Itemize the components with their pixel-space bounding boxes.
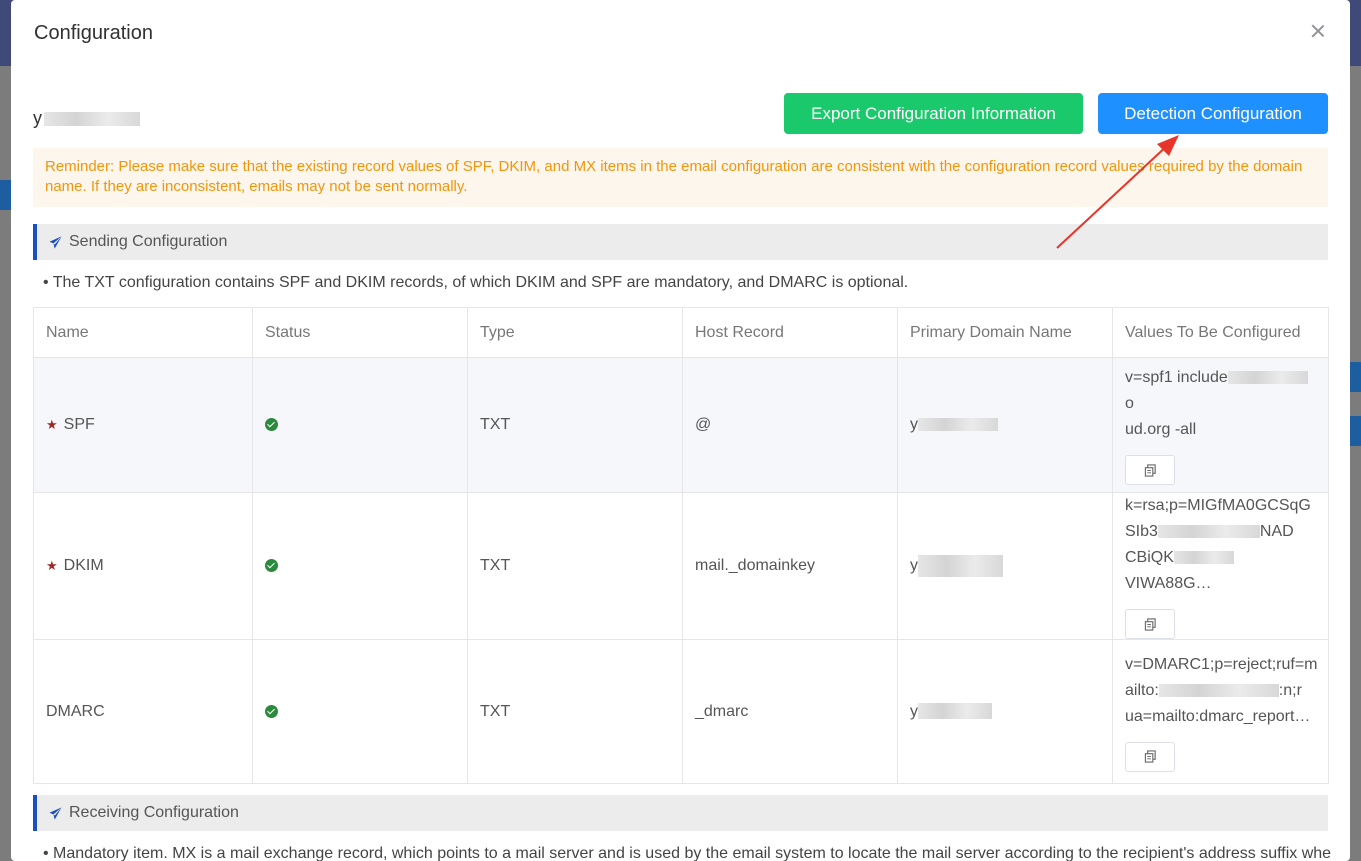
- host-cell: _dmarc: [682, 639, 898, 784]
- host-cell: @: [682, 357, 898, 493]
- background-fragment: [1350, 362, 1361, 392]
- copy-icon: [1144, 617, 1156, 631]
- record-name: DKIM: [63, 557, 104, 574]
- domain-prefix: y: [910, 702, 918, 720]
- redacted-domain: [918, 555, 1003, 577]
- redacted-domain: [918, 418, 998, 432]
- record-value: v=spf1 includeo ud.org -all: [1125, 365, 1316, 443]
- redacted-domain: [44, 112, 140, 127]
- paper-plane-icon: [49, 235, 62, 249]
- domain-prefix: y: [910, 557, 918, 575]
- detection-configuration-button[interactable]: Detection Configuration: [1098, 93, 1328, 134]
- copy-button[interactable]: [1125, 609, 1175, 639]
- status-cell: [252, 357, 468, 493]
- host-cell: mail._domainkey: [682, 492, 898, 640]
- column-header: Type: [467, 307, 683, 358]
- table-row: ★ SPF TXT @ y v=spf1 includeo ud.org -all: [33, 357, 1329, 493]
- record-name: DMARC: [46, 702, 105, 720]
- column-header: Host Record: [682, 307, 898, 358]
- name-cell: ★ DKIM: [33, 492, 253, 640]
- sending-config-table: Name Status Type Host Record Primary Dom…: [33, 307, 1329, 784]
- sending-note: • The TXT configuration contains SPF and…: [43, 274, 909, 291]
- table-header-row: Name Status Type Host Record Primary Dom…: [33, 307, 1329, 358]
- domain-cell: y: [897, 639, 1113, 784]
- value-cell: v=DMARC1;p=reject;ruf=m ailto::n;r ua=ma…: [1112, 639, 1329, 784]
- name-cell: ★ SPF: [33, 357, 253, 493]
- status-cell: [252, 639, 468, 784]
- column-header: Primary Domain Name: [897, 307, 1113, 358]
- copy-button[interactable]: [1125, 741, 1175, 772]
- column-header: Name: [33, 307, 253, 358]
- receiving-section-header: Receiving Configuration: [33, 795, 1328, 831]
- domain-cell: y: [897, 492, 1113, 640]
- copy-icon: [1144, 750, 1156, 763]
- annotation-arrow: [1056, 135, 1179, 249]
- copy-icon: [1144, 463, 1156, 477]
- redacted-domain: [918, 703, 992, 720]
- table-row: ★ DKIM TXT mail._domainkey y k=rsa;p=MIGf…: [33, 492, 1329, 640]
- domain-prefix: y: [33, 108, 42, 128]
- check-circle-icon: [265, 559, 278, 573]
- domain-prefix: y: [910, 416, 918, 433]
- receiving-section-title: Receiving Configuration: [69, 804, 239, 821]
- record-name: SPF: [63, 416, 95, 433]
- domain-cell: y: [897, 357, 1113, 493]
- status-cell: [252, 492, 468, 640]
- domain-label: y: [33, 108, 140, 129]
- type-cell: TXT: [467, 639, 683, 784]
- column-header: Status: [252, 307, 468, 358]
- export-configuration-button[interactable]: Export Configuration Information: [784, 93, 1083, 134]
- paper-plane-icon: [49, 806, 62, 820]
- record-value: v=DMARC1;p=reject;ruf=m ailto::n;r ua=ma…: [1125, 655, 1318, 725]
- type-cell: TXT: [467, 357, 683, 493]
- receiving-note: • Mandatory item. MX is a mail exchange …: [43, 845, 1332, 861]
- check-circle-icon: [265, 418, 278, 432]
- configuration-modal: Configuration y Export Configuration Inf…: [11, 0, 1350, 861]
- check-circle-icon: [265, 704, 278, 718]
- value-cell: k=rsa;p=MIGfMA0GCSqG SIb3 NAD CBiQKVIWA88…: [1112, 492, 1329, 640]
- copy-button[interactable]: [1125, 455, 1175, 485]
- close-icon[interactable]: [1309, 22, 1327, 40]
- star-icon: ★: [46, 558, 58, 573]
- value-cell: v=spf1 includeo ud.org -all: [1112, 357, 1329, 493]
- star-icon: ★: [46, 417, 58, 432]
- background-fragment: [1350, 416, 1361, 446]
- modal-title: Configuration: [34, 22, 153, 44]
- type-cell: TXT: [467, 492, 683, 640]
- sending-section-title: Sending Configuration: [69, 233, 228, 250]
- record-value: k=rsa;p=MIGfMA0GCSqG SIb3 NAD CBiQKVIWA88…: [1125, 497, 1311, 592]
- table-row: DMARC TXT _dmarc y v=DMARC1;p=reject;ruf…: [33, 639, 1329, 784]
- column-header: Values To Be Configured: [1112, 307, 1329, 358]
- background-fragment: [0, 180, 11, 210]
- name-cell: DMARC: [33, 639, 253, 784]
